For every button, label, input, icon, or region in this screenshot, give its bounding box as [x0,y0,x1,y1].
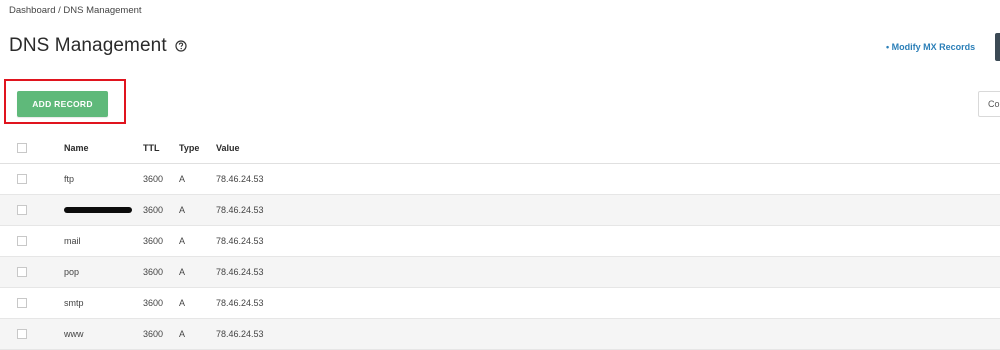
table-header-row: Name TTL Type Value [0,133,1000,164]
record-ttl: 3600 [143,174,164,184]
record-ttl: 3600 [143,329,164,339]
redaction-mark [64,207,132,213]
column-header-value[interactable]: Value [216,143,240,153]
header-action-button[interactable] [995,33,1000,61]
record-name: mail [64,236,81,246]
record-ttl: 3600 [143,267,164,277]
record-value: 78.46.24.53 [216,174,264,184]
row-checkbox[interactable] [17,236,27,246]
record-ttl: 3600 [143,205,164,215]
record-value: 78.46.24.53 [216,329,264,339]
row-checkbox[interactable] [17,205,27,215]
table-row[interactable]: 3600 A 78.46.24.53 [0,195,1000,226]
table-row[interactable]: www 3600 A 78.46.24.53 [0,319,1000,350]
record-name-redacted [64,205,132,215]
add-record-button[interactable]: ADD RECORD [17,91,108,117]
table-row[interactable]: ftp 3600 A 78.46.24.53 [0,164,1000,195]
record-type: A [179,205,186,215]
record-name: pop [64,267,80,277]
row-checkbox[interactable] [17,298,27,308]
page-title: DNS Management [9,35,167,56]
page-header: DNS Management [9,35,187,57]
record-name: ftp [64,174,75,184]
column-header-type[interactable]: Type [179,143,199,153]
record-value: 78.46.24.53 [216,205,264,215]
record-value: 78.46.24.53 [216,298,264,308]
row-checkbox[interactable] [17,329,27,339]
record-type: A [179,236,186,246]
search-input[interactable]: Co [978,91,1000,117]
breadcrumb[interactable]: Dashboard / DNS Management [9,5,142,16]
record-ttl: 3600 [143,236,164,246]
record-type: A [179,298,186,308]
help-icon[interactable] [175,40,187,52]
column-header-name[interactable]: Name [64,143,89,153]
select-all-checkbox[interactable] [17,143,27,153]
row-checkbox[interactable] [17,267,27,277]
record-ttl: 3600 [143,298,164,308]
record-name: www [64,329,84,339]
modify-mx-records-link[interactable]: • Modify MX Records [886,42,975,52]
column-header-ttl[interactable]: TTL [143,143,160,153]
record-type: A [179,329,186,339]
record-value: 78.46.24.53 [216,236,264,246]
row-checkbox[interactable] [17,174,27,184]
record-name: smtp [64,298,84,308]
table-row[interactable]: pop 3600 A 78.46.24.53 [0,257,1000,288]
dns-records-table: Name TTL Type Value ftp 3600 A 78.46.24.… [0,133,1000,350]
record-type: A [179,174,186,184]
record-type: A [179,267,186,277]
table-row[interactable]: smtp 3600 A 78.46.24.53 [0,288,1000,319]
table-row[interactable]: mail 3600 A 78.46.24.53 [0,226,1000,257]
record-value: 78.46.24.53 [216,267,264,277]
